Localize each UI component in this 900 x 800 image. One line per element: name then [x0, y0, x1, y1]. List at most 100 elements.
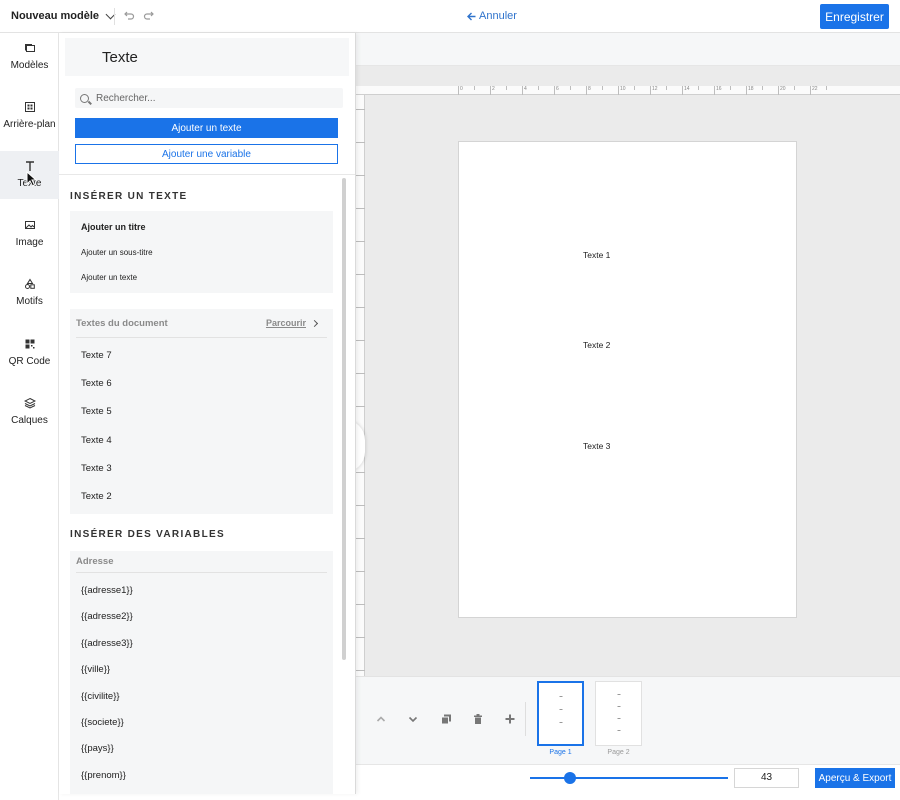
thumb-line: [617, 694, 620, 695]
redo-button[interactable]: [142, 9, 156, 23]
variable-item[interactable]: {{adresse1}}: [81, 585, 133, 596]
variable-item[interactable]: {{prenom}}: [81, 770, 126, 781]
search-input[interactable]: [96, 92, 336, 104]
variables-group-label: Adresse: [76, 556, 114, 567]
move-page-up-button[interactable]: [374, 713, 388, 727]
chevron-right-icon: [310, 319, 319, 327]
document-title-dropdown[interactable]: Nouveau modèle: [11, 9, 116, 22]
left-rail: Modèles Arrière-plan Texte Image Motifs …: [0, 33, 59, 800]
rail-item-label: Arrière-plan: [3, 119, 56, 130]
variable-item[interactable]: {{societe}}: [81, 717, 124, 728]
rail-item-qr-code[interactable]: QR Code: [0, 329, 59, 377]
variable-item[interactable]: {{adresse2}}: [81, 611, 133, 622]
ruler-tick: [356, 505, 365, 506]
ruler-tick: [356, 241, 365, 242]
document-text-item[interactable]: Texte 2: [81, 491, 112, 502]
ruler-tick: [746, 86, 747, 95]
redo-icon: [143, 11, 154, 20]
document-text-item[interactable]: Texte 6: [81, 378, 112, 389]
zoom-slider[interactable]: [530, 777, 728, 779]
panel-scrollbar[interactable]: [342, 178, 346, 660]
thumb-line: [559, 696, 562, 697]
add-subtitle-option[interactable]: Ajouter un sous-titre: [81, 248, 153, 257]
page-thumbnail-1[interactable]: [537, 681, 584, 746]
mouse-cursor-icon: [26, 171, 38, 187]
grid-icon: [24, 101, 36, 113]
ruler-tick: [356, 208, 365, 209]
panel-title: Texte: [102, 49, 138, 66]
horizontal-ruler: 0 2 4 6 8 10 12 14 16 18 20 22: [356, 86, 900, 95]
save-button[interactable]: Enregistrer: [820, 4, 889, 29]
document-text-item[interactable]: Texte 5: [81, 406, 112, 417]
add-text-option[interactable]: Ajouter un texte: [81, 273, 137, 282]
canvas-text-1[interactable]: Texte 1: [583, 250, 610, 260]
move-page-down-button[interactable]: [406, 713, 420, 727]
search-icon: [80, 93, 89, 103]
thumb-line: [617, 730, 620, 731]
canvas-text-3[interactable]: Texte 3: [583, 441, 610, 451]
ruler-tick: [554, 86, 555, 95]
chevron-down-icon: [408, 716, 418, 723]
add-title-option[interactable]: Ajouter un titre: [81, 222, 146, 232]
zoom-value[interactable]: 43: [734, 768, 799, 788]
ruler-tick: [356, 406, 365, 407]
ruler-tick: [730, 86, 731, 90]
thumb-line: [559, 722, 562, 723]
document-text-item[interactable]: Texte 4: [81, 435, 112, 446]
zoom-slider-handle[interactable]: [563, 772, 576, 784]
ruler-tick: [586, 86, 587, 95]
add-variable-button[interactable]: Ajouter une variable: [75, 144, 338, 164]
variable-item[interactable]: {{civilite}}: [81, 691, 120, 702]
plus-icon: [505, 714, 515, 724]
rail-item-arriere-plan[interactable]: Arrière-plan: [0, 92, 59, 140]
ruler-label: 10: [620, 86, 626, 92]
document-texts-label: Textes du document: [76, 318, 168, 329]
rail-item-image[interactable]: Image: [0, 210, 59, 258]
ruler-tick: [356, 142, 365, 143]
ruler-tick: [794, 86, 795, 90]
document-text-item[interactable]: Texte 7: [81, 350, 112, 361]
variable-item[interactable]: {{adresse3}}: [81, 638, 133, 649]
ruler-tick: [538, 86, 539, 90]
delete-page-button[interactable]: [471, 713, 485, 727]
browse-link[interactable]: Parcourir: [265, 318, 319, 328]
divider: [114, 8, 115, 25]
rail-item-label: Motifs: [16, 296, 43, 307]
ruler-tick: [356, 538, 365, 539]
rail-item-label: Calques: [11, 415, 48, 426]
cancel-link[interactable]: Annuler: [467, 10, 517, 22]
rail-item-calques[interactable]: Calques: [0, 388, 59, 436]
document-page[interactable]: Texte 1 Texte 2 Texte 3: [458, 141, 797, 618]
page-thumbnail-2[interactable]: [595, 681, 642, 746]
browse-label: Parcourir: [265, 318, 306, 328]
add-text-button[interactable]: Ajouter un texte: [75, 118, 338, 138]
text-panel: Texte Ajouter un texte Ajouter une varia…: [59, 33, 356, 794]
thumb-line: [617, 706, 620, 707]
variable-item[interactable]: {{pays}}: [81, 743, 114, 754]
document-title: Nouveau modèle: [11, 10, 100, 22]
preview-export-button[interactable]: Aperçu & Export: [815, 768, 895, 788]
add-page-button[interactable]: [503, 713, 517, 727]
image-icon: [24, 219, 36, 231]
ruler-label: 2: [492, 86, 495, 92]
document-text-item[interactable]: Texte 3: [81, 463, 112, 474]
rail-item-motifs[interactable]: Motifs: [0, 269, 59, 317]
page-thumbnail-label: Page 1: [549, 749, 572, 756]
shapes-icon: [24, 278, 36, 290]
ruler-label: 16: [716, 86, 722, 92]
ruler-tick: [356, 472, 365, 473]
duplicate-icon: [441, 714, 451, 725]
panel-header: Texte: [65, 38, 349, 76]
search-field[interactable]: [75, 88, 343, 108]
document-texts-block: Textes du document Parcourir Texte 7 Tex…: [70, 309, 333, 514]
canvas-text-2[interactable]: Texte 2: [583, 340, 610, 350]
variable-item[interactable]: {{ville}}: [81, 664, 110, 675]
undo-button[interactable]: [122, 9, 136, 23]
duplicate-page-button[interactable]: [439, 713, 453, 727]
variables-group-header: Adresse: [76, 551, 327, 573]
insert-variables-heading: INSÉRER DES VARIABLES: [70, 529, 225, 540]
thumb-line: [559, 709, 562, 710]
undo-icon: [124, 11, 135, 20]
ruler-label: 22: [812, 86, 818, 92]
rail-item-modeles[interactable]: Modèles: [0, 33, 59, 81]
